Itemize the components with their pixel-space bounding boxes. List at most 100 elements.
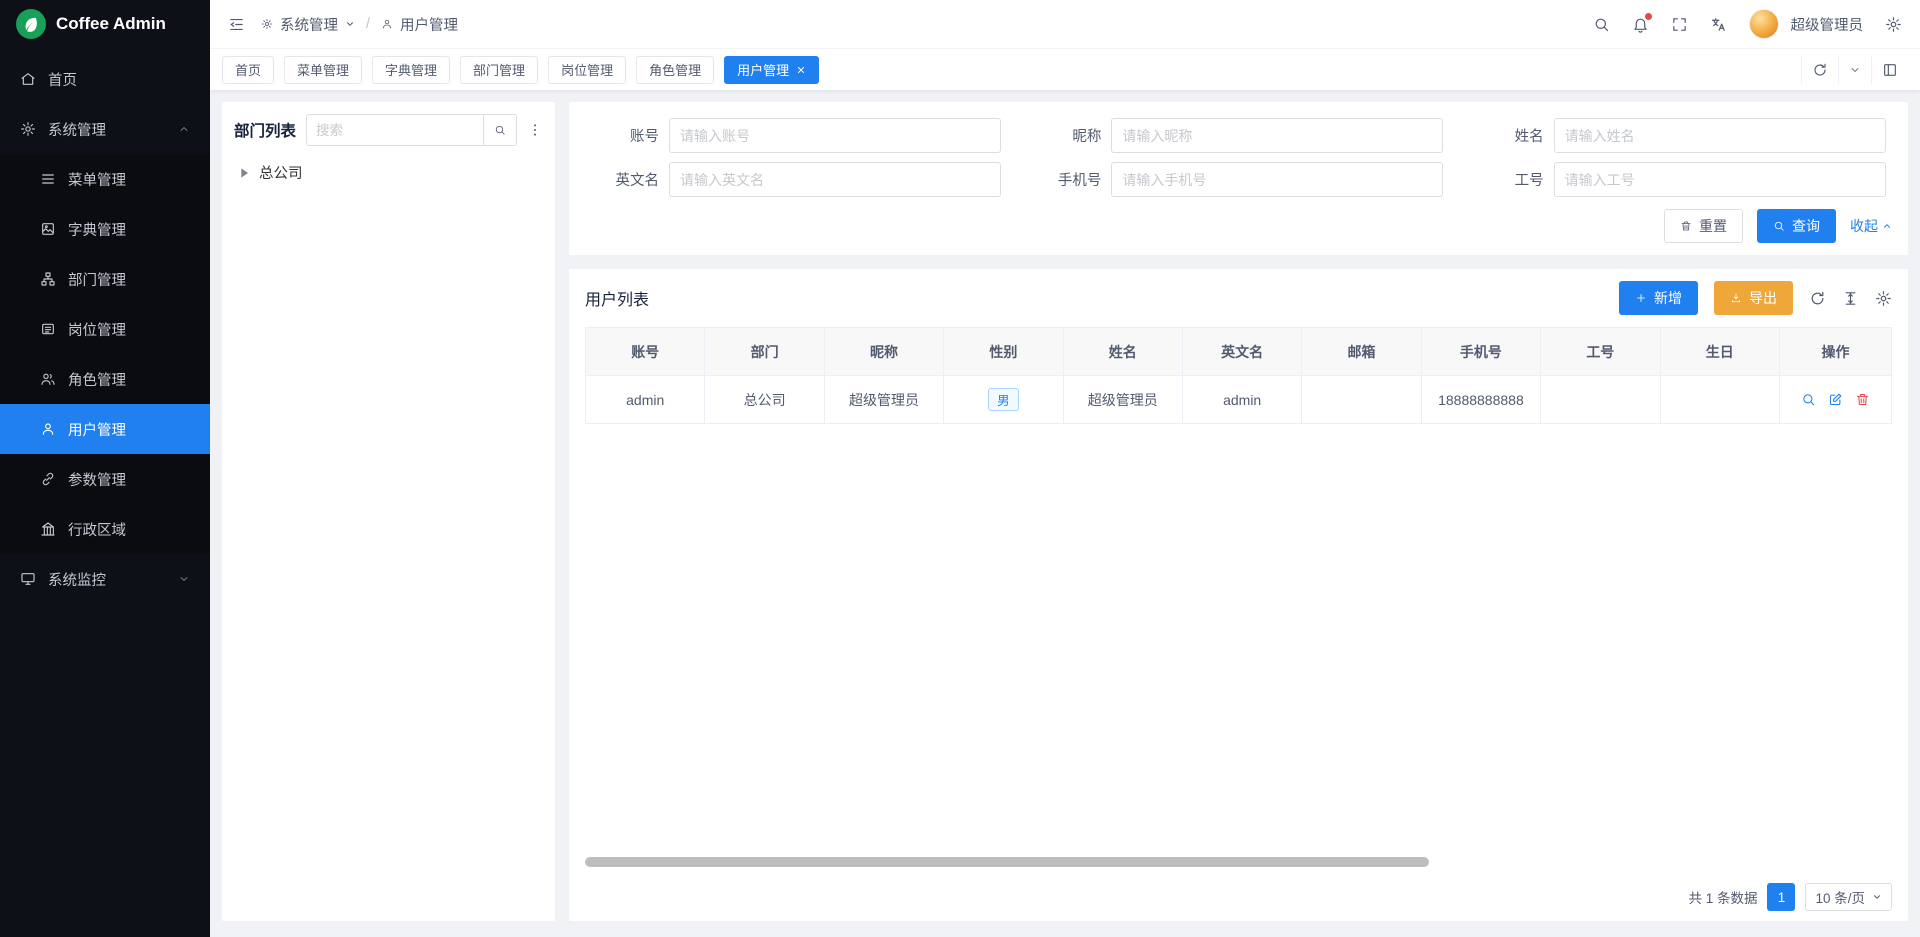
gender-tag: 男: [988, 388, 1019, 411]
person-icon: [40, 421, 56, 437]
collapse-label: 收起: [1850, 216, 1878, 236]
tab-post-mgmt[interactable]: 岗位管理: [548, 56, 626, 84]
sidebar-item-region-mgmt[interactable]: 行政区域: [0, 504, 210, 554]
main-column: 系统管理 / 用户管理: [210, 0, 1920, 937]
tab-label: 岗位管理: [561, 60, 613, 79]
col-header-birthday: 生日: [1660, 328, 1779, 376]
name-input[interactable]: [1554, 118, 1886, 153]
plus-icon: [1635, 292, 1647, 304]
translate-icon[interactable]: [1710, 16, 1727, 33]
sidebar-item-menu-mgmt[interactable]: 菜单管理: [0, 154, 210, 204]
work-id-field: 工号: [1470, 162, 1892, 197]
department-panel: 部门列表 总公司: [222, 102, 555, 921]
sidebar-item-dept-mgmt[interactable]: 部门管理: [0, 254, 210, 304]
user-avatar[interactable]: [1749, 9, 1779, 39]
tree-caret-icon[interactable]: [236, 165, 252, 181]
tab-dict-mgmt[interactable]: 字典管理: [372, 56, 450, 84]
sidebar-item-label: 字典管理: [68, 219, 126, 240]
department-search-group: [306, 114, 517, 146]
sidebar-item-label: 首页: [48, 69, 77, 90]
sidebar-item-label: 用户管理: [68, 419, 126, 440]
table-empty-space: [585, 424, 1892, 873]
tree-node-root[interactable]: 总公司: [234, 160, 543, 185]
col-header-work-id: 工号: [1541, 328, 1660, 376]
sidebar-item-home[interactable]: 首页: [0, 54, 210, 104]
gear-icon: [20, 121, 36, 137]
search-icon[interactable]: [1593, 16, 1610, 33]
sidebar-item-param-mgmt[interactable]: 参数管理: [0, 454, 210, 504]
search-button[interactable]: 查询: [1757, 209, 1836, 243]
filter-actions: 重置 查询 收起: [585, 209, 1892, 243]
department-search-input[interactable]: [306, 114, 483, 146]
view-button[interactable]: [1801, 392, 1816, 407]
cell-birthday: [1660, 376, 1779, 424]
tabs-layout-icon[interactable]: [1871, 56, 1908, 84]
account-field: 账号: [585, 118, 1007, 153]
sidebar-item-label: 岗位管理: [68, 319, 126, 340]
reset-button[interactable]: 重置: [1664, 209, 1743, 243]
density-icon[interactable]: [1842, 290, 1859, 307]
account-input[interactable]: [669, 118, 1001, 153]
home-icon: [20, 71, 36, 87]
column-settings-gear-icon[interactable]: [1875, 290, 1892, 307]
username[interactable]: 超级管理员: [1791, 14, 1864, 35]
chevron-down-icon[interactable]: [345, 19, 355, 29]
en-name-field: 英文名: [585, 162, 1007, 197]
phone-input[interactable]: [1111, 162, 1443, 197]
tab-label: 菜单管理: [297, 60, 349, 79]
gear-icon: [261, 18, 273, 30]
edit-button[interactable]: [1828, 392, 1843, 407]
sidebar-item-dict-mgmt[interactable]: 字典管理: [0, 204, 210, 254]
refresh-icon[interactable]: [1809, 290, 1826, 307]
nickname-input[interactable]: [1111, 118, 1443, 153]
name-field: 姓名: [1470, 118, 1892, 153]
tab-menu-mgmt[interactable]: 菜单管理: [284, 56, 362, 84]
sidebar-nav: 首页 系统管理 菜单管理 字典管理 部门管理: [0, 48, 210, 937]
sidebar-item-system-mgmt[interactable]: 系统管理: [0, 104, 210, 154]
sidebar-item-label: 系统管理: [48, 119, 106, 140]
work-id-input[interactable]: [1554, 162, 1886, 197]
sidebar-collapse-icon[interactable]: [228, 16, 245, 33]
tab-refresh-icon[interactable]: [1801, 56, 1838, 84]
table-row[interactable]: admin 总公司 超级管理员 男 超级管理员 admin 1888888888…: [586, 376, 1892, 424]
cell-work-id: [1541, 376, 1660, 424]
sidebar-item-user-mgmt[interactable]: 用户管理: [0, 404, 210, 454]
page-size-value: 10 条/页: [1815, 887, 1865, 907]
brand-logo[interactable]: Coffee Admin: [0, 0, 210, 48]
phone-label: 手机号: [1027, 169, 1101, 190]
tab-close-icon[interactable]: [796, 65, 806, 75]
cell-name: 超级管理员: [1063, 376, 1182, 424]
page-number-button[interactable]: 1: [1767, 883, 1795, 911]
collapse-filter-link[interactable]: 收起: [1850, 216, 1892, 236]
table-header-row: 账号 部门 昵称 性别 姓名 英文名 邮箱 手机号 工号 生日 操作: [586, 328, 1892, 376]
cell-phone: 18888888888: [1421, 376, 1540, 424]
chevron-up-icon: [178, 123, 190, 135]
cell-en-name: admin: [1182, 376, 1301, 424]
department-more-icon[interactable]: [527, 122, 543, 138]
tab-dept-mgmt[interactable]: 部门管理: [460, 56, 538, 84]
link-icon: [40, 471, 56, 487]
page-size-select[interactable]: 10 条/页: [1805, 883, 1892, 911]
sidebar-item-role-mgmt[interactable]: 角色管理: [0, 354, 210, 404]
delete-button[interactable]: [1855, 392, 1870, 407]
fullscreen-icon[interactable]: [1671, 16, 1688, 33]
notification-bell-icon[interactable]: [1632, 16, 1649, 33]
tab-role-mgmt[interactable]: 角色管理: [636, 56, 714, 84]
list-icon: [40, 171, 56, 187]
dictionary-icon: [40, 221, 56, 237]
sidebar: Coffee Admin 首页 系统管理 菜单管理 字典管理: [0, 0, 210, 937]
cell-account: admin: [586, 376, 705, 424]
cell-nickname: 超级管理员: [824, 376, 943, 424]
horizontal-scrollbar[interactable]: [585, 857, 1429, 867]
tab-user-mgmt[interactable]: 用户管理: [724, 56, 819, 84]
add-button[interactable]: 新增: [1619, 281, 1698, 315]
breadcrumb-system[interactable]: 系统管理: [280, 14, 338, 35]
tab-menu-chevron-icon[interactable]: [1838, 56, 1871, 84]
sidebar-item-post-mgmt[interactable]: 岗位管理: [0, 304, 210, 354]
en-name-input[interactable]: [669, 162, 1001, 197]
sidebar-item-system-monitor[interactable]: 系统监控: [0, 554, 210, 604]
export-button[interactable]: 导出: [1714, 281, 1793, 315]
settings-gear-icon[interactable]: [1885, 16, 1902, 33]
department-search-button[interactable]: [483, 114, 517, 146]
tab-home[interactable]: 首页: [222, 56, 274, 84]
